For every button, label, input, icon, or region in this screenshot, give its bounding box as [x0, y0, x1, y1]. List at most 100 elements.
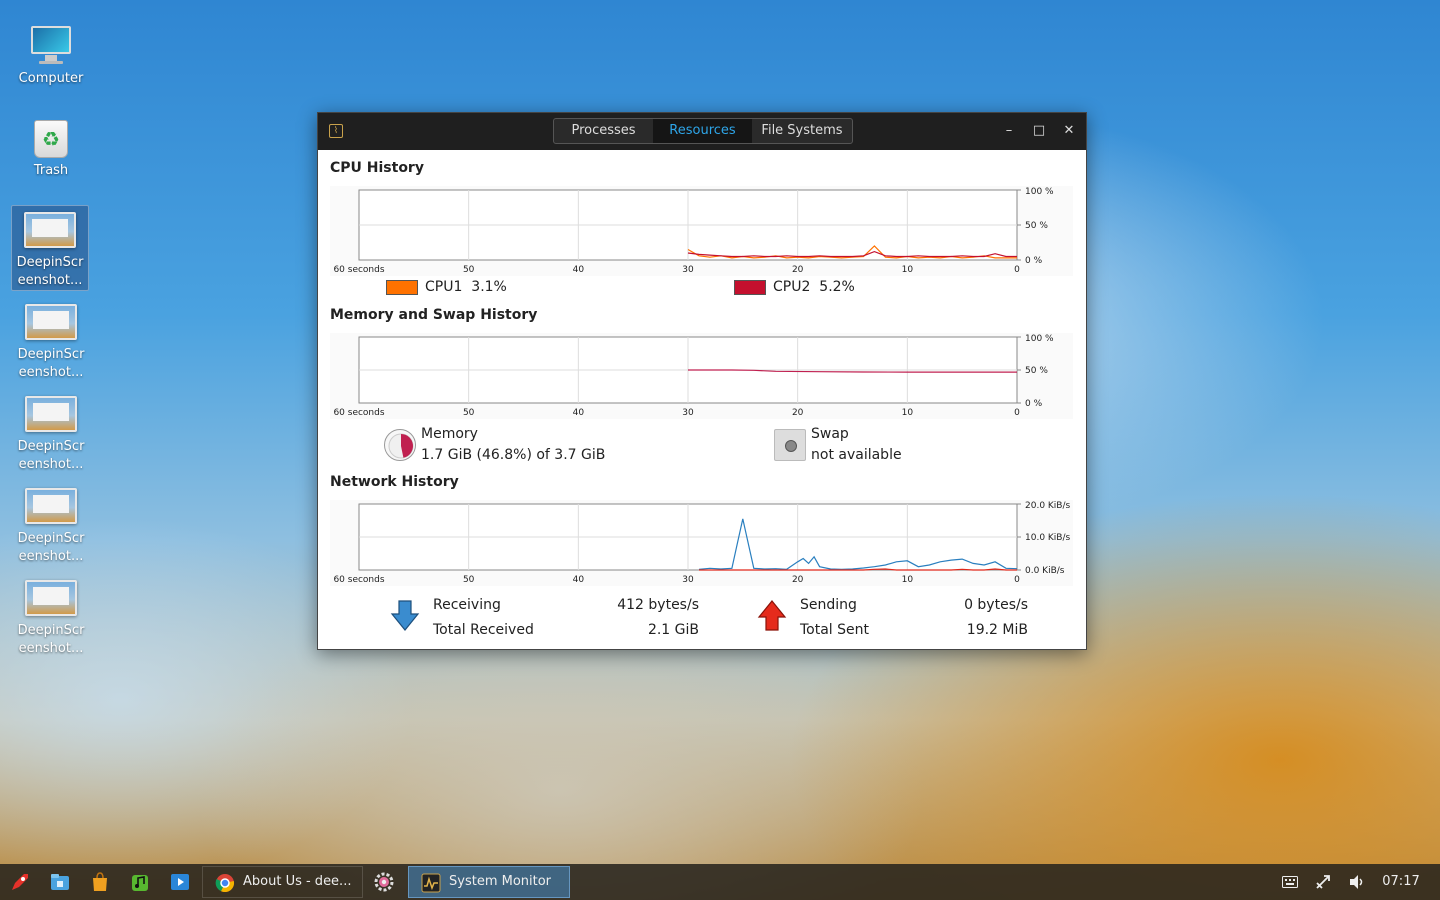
- network-x-tick-label: 40: [573, 575, 585, 585]
- network-y-tick-label: 0.0 KiB/s: [1025, 566, 1065, 576]
- total-received-label: Total Received: [433, 622, 534, 638]
- memory-x-tick-label: 60 seconds: [333, 408, 384, 418]
- cpu-x-tick-label: 50: [463, 265, 475, 275]
- desktop-icon-label: Trash: [33, 163, 69, 178]
- taskbar-task-settings[interactable]: [364, 866, 407, 898]
- network-x-tick-label: 30: [682, 575, 694, 585]
- sending-values: 0 bytes/s 19.2 MiB: [928, 593, 1028, 643]
- trash-icon: ♻: [34, 120, 68, 158]
- memory-history-chart: 60 seconds 50 40 30 20 10 0 100 % 50 % 0 %: [333, 334, 1054, 418]
- total-received-value: 2.1 GiB: [647, 622, 699, 638]
- music-player-icon[interactable]: [129, 871, 151, 893]
- desktop-icon-label: DeepinScr eenshot...: [17, 439, 85, 472]
- swap-icon[interactable]: [774, 429, 806, 461]
- tab-file-systems[interactable]: File Systems: [752, 119, 852, 143]
- memory-x-tick-label: 0: [1014, 408, 1020, 418]
- swap-info: Swap not available: [811, 424, 902, 466]
- receiving-values: 412 bytes/s 2.1 GiB: [598, 593, 699, 643]
- receiving-arrow-icon[interactable]: [390, 599, 420, 633]
- network-history-title: Network History: [330, 474, 459, 490]
- cpu-y-tick-label: 50 %: [1025, 221, 1048, 231]
- desktop-icon-screenshot-4[interactable]: DeepinScr eenshot...: [12, 482, 90, 566]
- cpu2-legend: CPU2 5.2%: [773, 279, 855, 295]
- view-tabs: Processes Resources File Systems: [553, 118, 853, 144]
- memory-info: Memory 1.7 GiB (46.8%) of 3.7 GiB: [421, 424, 605, 466]
- memory-value: 1.7 GiB (46.8%) of 3.7 GiB: [421, 447, 606, 463]
- cpu-x-tick-label: 0: [1014, 265, 1020, 275]
- desktop-icon-screenshot-2[interactable]: DeepinScr eenshot...: [12, 298, 90, 382]
- cpu-history-graph: 60 seconds 50 40 30 20 10 0 100 % 50 % 0 %: [330, 186, 1073, 276]
- tab-processes[interactable]: Processes: [554, 119, 653, 143]
- swap-value: not available: [811, 447, 902, 463]
- memory-x-tick-label: 50: [463, 408, 475, 418]
- store-bag-icon[interactable]: [89, 871, 111, 893]
- window-titlebar[interactable]: ⌇ Processes Resources File Systems – □ ✕: [318, 113, 1086, 150]
- network-x-tick-label: 60 seconds: [333, 575, 384, 585]
- total-sent-value: 19.2 MiB: [966, 622, 1028, 638]
- screenshot-file-icon: [24, 212, 76, 248]
- cpu-history-chart: 60 seconds 50 40 30 20 10 0 100 % 50 % 0 %: [333, 187, 1054, 275]
- receiving-info: Receiving Total Received: [433, 593, 534, 643]
- keyboard-icon[interactable]: [1278, 864, 1302, 900]
- memory-x-tick-label: 10: [902, 408, 914, 418]
- network-icon[interactable]: [1311, 864, 1335, 900]
- clock[interactable]: 07:17: [1377, 864, 1425, 900]
- file-manager-icon[interactable]: [49, 871, 71, 893]
- cpu1-label: CPU1: [425, 279, 463, 295]
- cpu1-legend: CPU1 3.1%: [425, 279, 507, 295]
- desktop-icon-label: DeepinScr eenshot...: [17, 623, 85, 656]
- desktop-icon-screenshot-5[interactable]: DeepinScr eenshot...: [12, 574, 90, 658]
- system-monitor-icon: ⌇: [329, 124, 343, 138]
- screenshot-file-icon: [25, 488, 77, 524]
- receiving-label: Receiving: [433, 597, 501, 613]
- sending-info: Sending Total Sent: [800, 593, 869, 643]
- video-player-icon[interactable]: [169, 871, 191, 893]
- computer-icon: [29, 24, 73, 68]
- taskbar-task-system-monitor[interactable]: System Monitor: [408, 866, 570, 898]
- cpu2-color-swatch[interactable]: [734, 280, 766, 295]
- taskbar-task-label: System Monitor: [449, 874, 552, 889]
- system-monitor-icon: [421, 873, 441, 893]
- cpu-x-tick-label: 60 seconds: [333, 265, 384, 275]
- memory-x-tick-label: 40: [573, 408, 585, 418]
- desktop-icon-computer[interactable]: Computer: [12, 24, 90, 88]
- desktop-icon-label: DeepinScr eenshot...: [17, 531, 85, 564]
- maximize-button[interactable]: □: [1031, 122, 1047, 140]
- desktop-icon-label: DeepinScr eenshot...: [17, 347, 85, 380]
- cpu-history-title: CPU History: [330, 160, 424, 176]
- cpu-y-tick-label: 0 %: [1025, 256, 1043, 266]
- minimize-button[interactable]: –: [1001, 122, 1017, 140]
- network-y-tick-label: 10.0 KiB/s: [1025, 533, 1071, 543]
- desktop-icon-label: DeepinScr eenshot...: [16, 255, 84, 288]
- cpu-x-tick-label: 30: [682, 265, 694, 275]
- screenshot-file-icon: [25, 304, 77, 340]
- desktop-icon-trash[interactable]: ♻ Trash: [12, 118, 90, 180]
- receiving-value: 412 bytes/s: [617, 597, 699, 613]
- total-sent-label: Total Sent: [800, 622, 870, 638]
- close-button[interactable]: ✕: [1061, 122, 1077, 140]
- volume-icon[interactable]: [1345, 864, 1369, 900]
- memory-pie-icon[interactable]: [384, 429, 416, 461]
- network-x-tick-label: 10: [902, 575, 914, 585]
- cpu1-color-swatch[interactable]: [386, 280, 418, 295]
- chrome-icon: [215, 874, 235, 893]
- memory-label: Memory: [421, 426, 478, 442]
- desktop-icon-screenshot-1[interactable]: DeepinScr eenshot...: [11, 205, 89, 291]
- system-monitor-window: ⌇ Processes Resources File Systems – □ ✕…: [317, 112, 1087, 650]
- cpu2-value: 5.2%: [819, 279, 855, 295]
- memory-y-tick-label: 0 %: [1025, 399, 1043, 409]
- sending-arrow-icon[interactable]: [757, 599, 787, 633]
- desktop-icon-screenshot-3[interactable]: DeepinScr eenshot...: [12, 390, 90, 474]
- cpu2-label: CPU2: [773, 279, 811, 295]
- memory-y-tick-label: 50 %: [1025, 366, 1048, 376]
- sending-label: Sending: [800, 597, 857, 613]
- launcher-rocket-icon[interactable]: [9, 871, 31, 893]
- network-x-tick-label: 0: [1014, 575, 1020, 585]
- taskbar: About Us - dee... System Monitor 07:17: [0, 864, 1440, 900]
- screenshot-file-icon: [25, 396, 77, 432]
- taskbar-task-chrome[interactable]: About Us - dee...: [202, 866, 363, 898]
- tab-resources[interactable]: Resources: [653, 119, 752, 143]
- network-x-tick-label: 50: [463, 575, 475, 585]
- memory-y-tick-label: 100 %: [1025, 334, 1054, 344]
- desktop-icon-label: Computer: [18, 71, 84, 86]
